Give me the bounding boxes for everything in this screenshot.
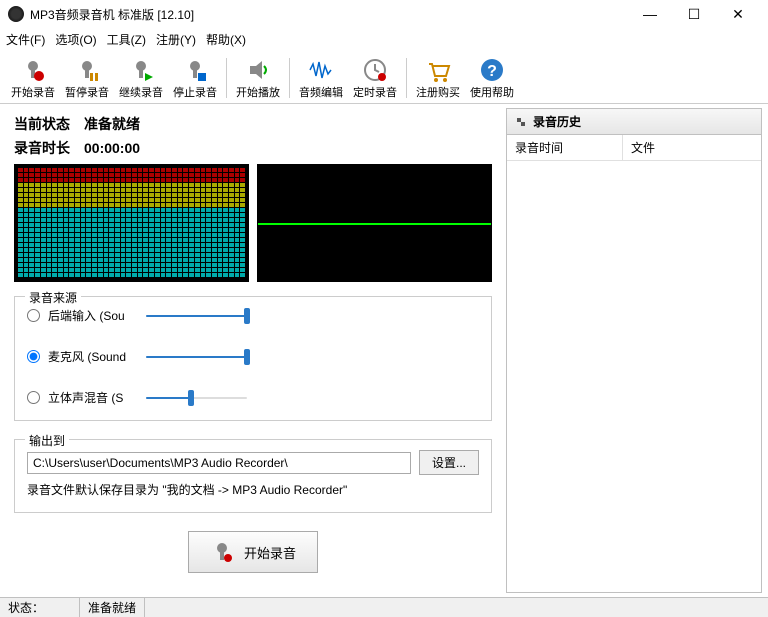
audio-edit-button[interactable]: 音频编辑 <box>294 56 348 100</box>
minimize-button[interactable]: — <box>628 0 672 28</box>
resume-record-button[interactable]: 继续录音 <box>114 56 168 100</box>
main-start-record-button[interactable]: 开始录音 <box>188 531 318 573</box>
mic-red-icon <box>19 56 47 84</box>
spectrum-visualizer <box>14 164 249 282</box>
help-button[interactable]: ? 使用帮助 <box>465 56 519 100</box>
waveform-icon <box>307 56 335 84</box>
source-group-title: 录音来源 <box>25 289 81 306</box>
mic-stop-icon <box>181 56 209 84</box>
register-buy-button[interactable]: 注册购买 <box>411 56 465 100</box>
help-icon: ? <box>478 56 506 84</box>
output-group: 输出到 设置... 录音文件默认保存目录为 "我的文档 -> MP3 Audio… <box>14 439 492 513</box>
history-list[interactable] <box>507 161 761 592</box>
settings-button[interactable]: 设置... <box>419 450 479 475</box>
stereo-mix-radio[interactable] <box>27 391 40 404</box>
toolbar-separator <box>226 58 227 98</box>
output-group-title: 输出到 <box>25 432 69 449</box>
toolbar: 开始录音 暂停录音 继续录音 停止录音 开始播放 音频编辑 定时录音 注册购买 … <box>0 50 768 104</box>
maximize-button[interactable]: ☐ <box>672 0 716 28</box>
close-button[interactable]: ✕ <box>716 0 760 28</box>
expand-icon[interactable] <box>515 116 527 128</box>
menu-options[interactable]: 选项(O) <box>55 31 96 48</box>
col-time[interactable]: 录音时间 <box>507 135 623 160</box>
menubar: 文件(F) 选项(O) 工具(Z) 注册(Y) 帮助(X) <box>0 28 768 50</box>
status-label: 当前状态 <box>14 114 70 134</box>
play-button[interactable]: 开始播放 <box>231 56 285 100</box>
clock-icon <box>361 56 389 84</box>
output-note: 录音文件默认保存目录为 "我的文档 -> MP3 Audio Recorder" <box>27 481 479 498</box>
time-value: 00:00:00 <box>84 140 140 156</box>
microphone-slider[interactable] <box>146 351 247 363</box>
waveform-visualizer <box>257 164 492 282</box>
toolbar-separator <box>289 58 290 98</box>
mic-icon <box>210 540 234 564</box>
col-file[interactable]: 文件 <box>623 135 663 160</box>
menu-help[interactable]: 帮助(X) <box>206 31 246 48</box>
time-label: 录音时长 <box>14 138 70 158</box>
main-panel: 当前状态 准备就绪 录音时长 00:00:00 录音来源 后端输入 (Sou <box>0 104 506 597</box>
menu-register[interactable]: 注册(Y) <box>156 31 196 48</box>
history-columns: 录音时间 文件 <box>507 135 761 161</box>
statusbar: 状态： 准备就绪 <box>0 597 768 617</box>
output-path-input[interactable] <box>27 452 411 474</box>
microphone-radio[interactable] <box>27 350 40 363</box>
source-group: 录音来源 后端输入 (Sou 麦克风 (Sound 立体声混音 (S <box>14 296 492 421</box>
cart-icon <box>424 56 452 84</box>
statusbar-value: 准备就绪 <box>80 598 145 617</box>
window-title: MP3音频录音机 标准版 [12.10] <box>30 6 628 23</box>
svg-text:?: ? <box>487 63 497 80</box>
toolbar-separator <box>406 58 407 98</box>
app-icon <box>8 6 24 22</box>
titlebar: MP3音频录音机 标准版 [12.10] — ☐ ✕ <box>0 0 768 28</box>
line-in-radio[interactable] <box>27 309 40 322</box>
microphone-label: 麦克风 (Sound <box>48 348 138 365</box>
mic-pause-icon <box>73 56 101 84</box>
stop-record-button[interactable]: 停止录音 <box>168 56 222 100</box>
line-in-slider[interactable] <box>146 310 247 322</box>
mic-play-icon <box>127 56 155 84</box>
history-panel: 录音历史 录音时间 文件 <box>506 108 762 593</box>
start-record-button[interactable]: 开始录音 <box>6 56 60 100</box>
status-value: 准备就绪 <box>84 114 140 134</box>
statusbar-label: 状态： <box>0 598 80 617</box>
line-in-label: 后端输入 (Sou <box>48 307 138 324</box>
menu-tools[interactable]: 工具(Z) <box>107 31 146 48</box>
stereo-mix-slider[interactable] <box>146 392 247 404</box>
menu-file[interactable]: 文件(F) <box>6 31 45 48</box>
history-title: 录音历史 <box>533 113 581 130</box>
stereo-mix-label: 立体声混音 (S <box>48 389 138 406</box>
speaker-icon <box>244 56 272 84</box>
pause-record-button[interactable]: 暂停录音 <box>60 56 114 100</box>
timed-record-button[interactable]: 定时录音 <box>348 56 402 100</box>
